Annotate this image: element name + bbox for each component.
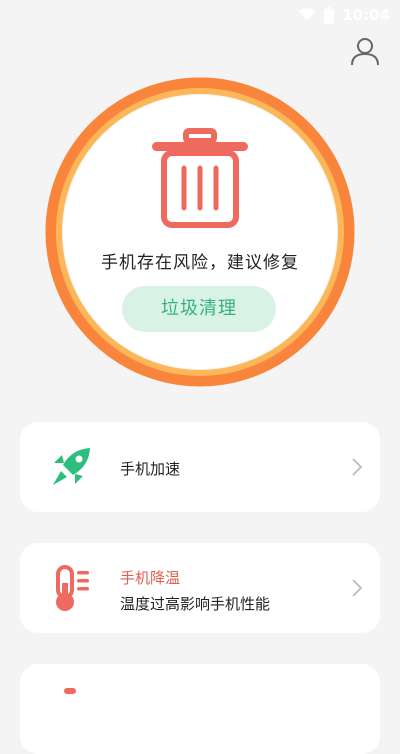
card-title: 手机降温 [120,569,181,587]
chevron-right-icon [352,458,362,476]
trash-icon [152,128,248,228]
card-phone-boost[interactable]: 手机加速 [20,422,380,512]
card-phone-cooling[interactable]: 手机降温 温度过高影响手机性能 [20,543,380,633]
battery-icon [324,6,335,24]
item-icon [64,688,76,694]
risk-message: 手机存在风险，建议修复 [101,253,299,273]
user-icon[interactable] [350,36,380,66]
rocket-icon [53,448,90,485]
wifi-icon [298,8,316,21]
card-title: 手机加速 [120,460,181,478]
thermometer-icon [56,565,89,611]
status-bar: 10:04 [0,0,400,32]
hero-panel: 手机存在风险，建议修复 垃圾清理 [44,76,356,388]
junk-clean-button[interactable]: 垃圾清理 [122,286,276,332]
card-subtitle: 温度过高影响手机性能 [120,595,271,613]
status-ring [45,77,355,387]
status-icons: 10:04 [298,6,390,24]
chevron-right-icon [352,579,362,597]
status-time: 10:04 [342,6,390,24]
card-partial[interactable] [20,664,380,754]
